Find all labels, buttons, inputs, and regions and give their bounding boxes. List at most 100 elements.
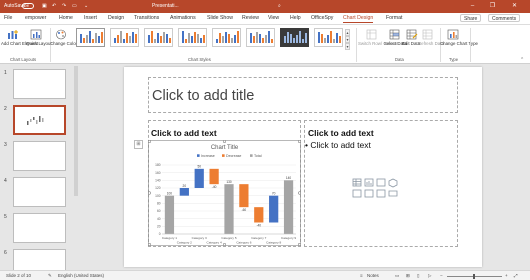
slide-thumbnail-3[interactable] [13, 141, 66, 171]
change-chart-type-button[interactable]: Change Chart Type [440, 41, 478, 46]
x-tick-label: Category 9 [281, 236, 296, 240]
slide-thumbnail-5[interactable] [13, 213, 66, 243]
right-bullet-label: Click to add text [310, 140, 371, 150]
insert-3d-model-icon [388, 178, 398, 188]
data-label: -40 [256, 224, 261, 228]
tab-review[interactable]: Review [242, 15, 259, 21]
chart-style-5[interactable] [212, 28, 241, 47]
zoom-in-icon[interactable]: + [505, 273, 508, 278]
save-icon[interactable]: ▣ [42, 3, 47, 9]
quick-layout-button[interactable]: Quick Layout [26, 41, 52, 46]
tab-design[interactable]: Design [108, 15, 124, 21]
chart-style-bar [89, 31, 91, 43]
chart-style-1[interactable] [76, 28, 105, 47]
chart-style-bar [166, 34, 168, 43]
insert-content-icons [352, 178, 398, 198]
slides-pane-scrollbar[interactable] [74, 66, 78, 196]
chart-styles-group-label: Chart Styles [188, 57, 211, 62]
chart-style-bar [182, 31, 184, 43]
chart-style-bar [129, 36, 131, 43]
fit-to-window-icon[interactable]: ⤢ [514, 273, 518, 278]
slide-thumbnail-4[interactable] [13, 177, 66, 207]
undo-icon[interactable]: ↶ [52, 3, 56, 9]
slide-thumbnail-2[interactable] [13, 105, 66, 135]
chart-style-bar [318, 32, 320, 43]
chart-style-2[interactable] [110, 28, 139, 47]
switch-row-column-button[interactable]: Switch Row/ Column [358, 41, 399, 46]
zoom-slider-thumb[interactable] [473, 274, 475, 279]
restore-icon[interactable]: ❐ [488, 2, 497, 10]
slide-sorter-icon[interactable]: ⊞ [406, 273, 410, 279]
chart-style-bar [237, 31, 239, 43]
normal-view-icon[interactable]: ▭ [395, 273, 399, 279]
chart-style-4[interactable] [178, 28, 207, 47]
styles-scroll-up-icon[interactable]: ▴ [345, 29, 350, 36]
chart-style-6[interactable] [246, 28, 275, 47]
file-name: Presentati... [152, 3, 179, 9]
chart-style-bar [126, 33, 128, 43]
chart-style-bar [268, 31, 270, 43]
chart-style-bar [83, 38, 85, 43]
notes-button[interactable]: Notes [367, 273, 379, 278]
ribbon: Add Chart Element Quick Layout Chart Lay… [0, 24, 530, 64]
redo-icon[interactable]: ↷ [62, 3, 66, 9]
chart-style-bar [299, 31, 301, 43]
share-button[interactable]: Share [460, 14, 482, 22]
tab-view[interactable]: View [268, 15, 279, 21]
add-chart-element-button[interactable]: Add Chart Element [1, 41, 38, 46]
tab-chart-design[interactable]: Chart Design [343, 15, 374, 23]
chart-style-7[interactable] [280, 28, 309, 47]
styles-more-icon[interactable]: ▾ [345, 43, 350, 50]
resize-handle [148, 140, 152, 144]
title-placeholder[interactable]: Click to add title [148, 77, 458, 113]
language-label[interactable]: English (United States) [58, 273, 104, 278]
waterfall-bar [254, 207, 264, 223]
notes-icon[interactable]: ≡ [360, 273, 363, 278]
refresh-data-button[interactable]: Refresh Data [418, 41, 444, 46]
search-icon[interactable]: ⌕ [278, 3, 281, 9]
chart-style-3[interactable] [144, 28, 173, 47]
chart-style-bar [191, 36, 193, 43]
edit-data-icon [406, 29, 418, 40]
tab-insert[interactable]: Insert [84, 15, 97, 21]
tab-format[interactable]: Format [386, 15, 402, 21]
zoom-out-icon[interactable]: − [440, 273, 443, 278]
present-icon[interactable]: ▭ [72, 3, 77, 9]
tab-home[interactable]: Home [59, 15, 73, 21]
y-tick-label: 40 [157, 217, 161, 221]
reading-view-icon[interactable]: ▯ [417, 273, 419, 279]
tab-officespy[interactable]: OfficeSpy [311, 15, 333, 21]
tab-transitions[interactable]: Transitions [134, 15, 159, 21]
chart-style-bar [222, 36, 224, 43]
select-data-button[interactable]: Select Data [384, 41, 407, 46]
data-label: 70 [272, 191, 276, 195]
select-data-icon [389, 29, 400, 40]
slideshow-icon[interactable]: ▷ [428, 273, 431, 279]
more-icon[interactable]: ⌄ [84, 3, 88, 9]
comments-button[interactable]: Comments [488, 14, 521, 22]
close-icon[interactable]: ✕ [510, 2, 519, 10]
minimize-icon[interactable]: – [468, 2, 477, 10]
status-bar: Slide 2 of 10 ✎ English (United States) … [0, 270, 530, 280]
spelling-icon[interactable]: ✎ [48, 273, 52, 279]
tab-file[interactable]: File [4, 15, 12, 21]
autosave-toggle[interactable]: Off [22, 3, 34, 9]
collapse-ribbon-icon[interactable]: ⌃ [520, 57, 524, 63]
chart-style-bar [157, 33, 159, 43]
insert-smartart-icon [376, 178, 386, 187]
waterfall-chart[interactable]: Chart Title Increase Decrease Total 180 160 14… [148, 140, 301, 246]
slide-thumbnail-1[interactable] [13, 69, 66, 99]
chart-style-bar [197, 34, 199, 43]
change-colors-button[interactable]: Change Colors [50, 41, 79, 46]
tab-animations[interactable]: Animations [170, 15, 196, 21]
tab-help[interactable]: Help [290, 15, 301, 21]
chart-style-bar [225, 32, 227, 43]
insert-icon-icon [388, 190, 398, 197]
layout-options-icon[interactable]: ⊞ [134, 140, 143, 149]
chart-style-8[interactable] [314, 28, 343, 47]
chart-style-bar [219, 33, 221, 43]
tab-empower[interactable]: empower [25, 15, 46, 21]
waterfall-bar [164, 195, 175, 234]
styles-scroll-down-icon[interactable]: ▾ [345, 36, 350, 43]
tab-slide-show[interactable]: Slide Show [207, 15, 233, 21]
